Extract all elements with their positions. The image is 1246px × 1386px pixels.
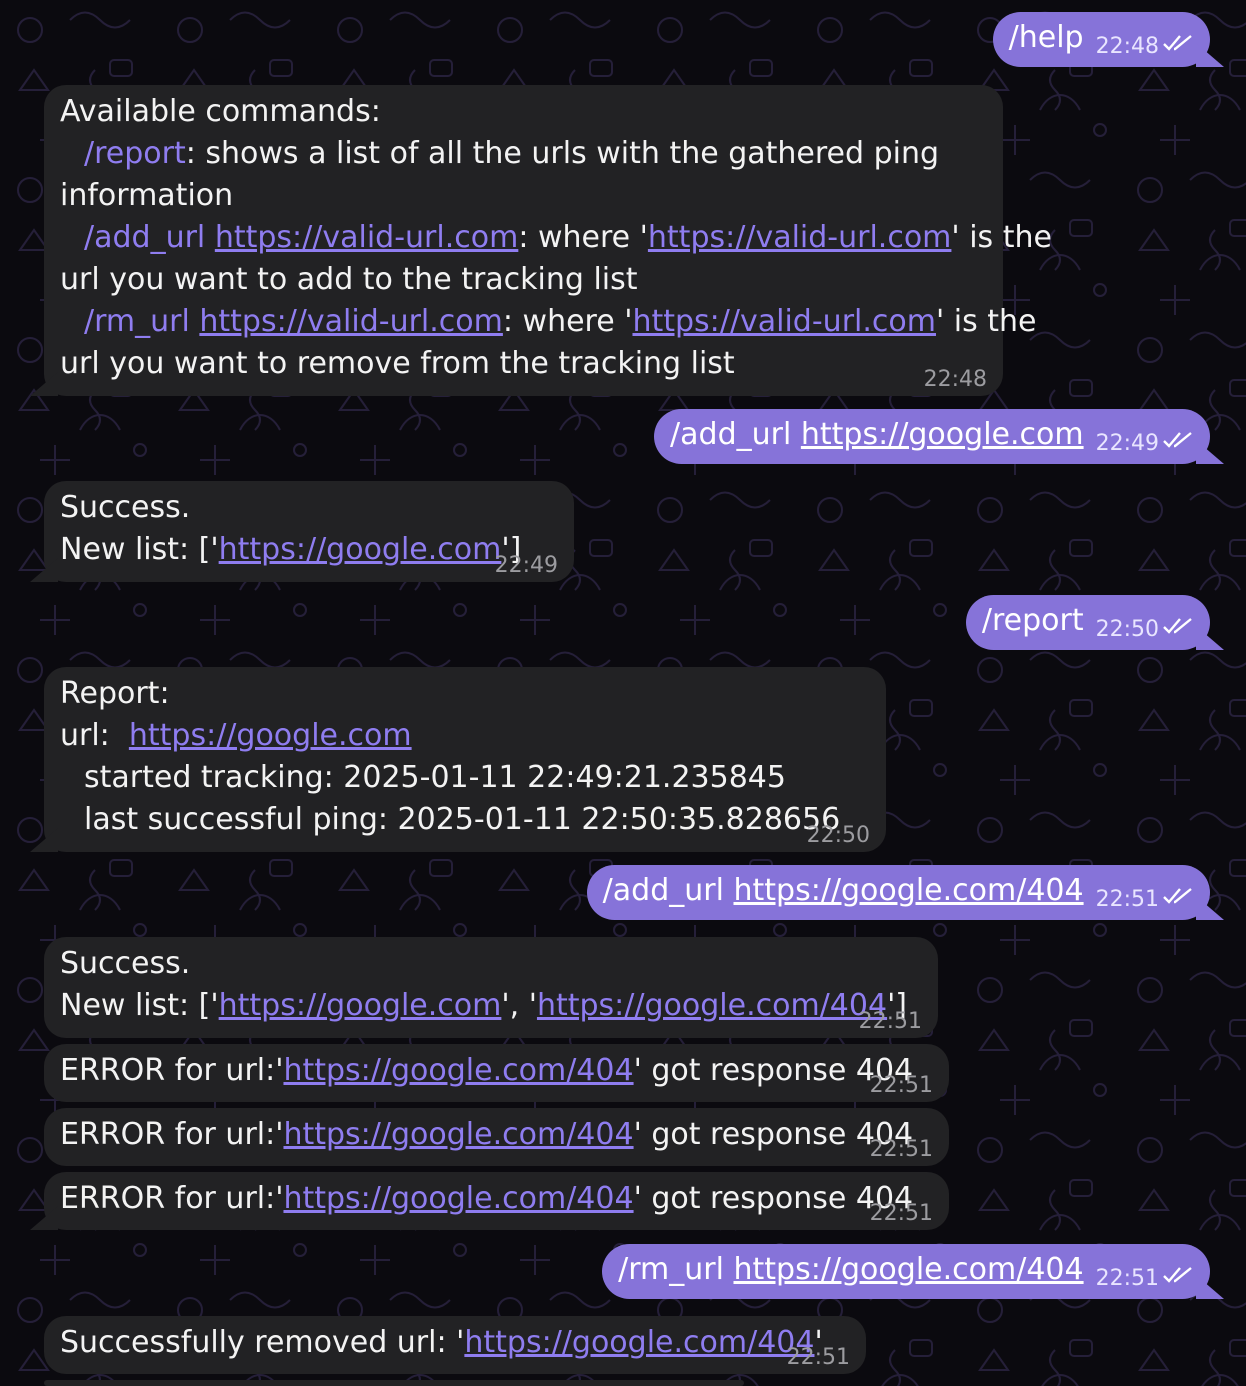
message-line: information [60,178,234,213]
url-link[interactable]: https://valid-url.com [199,304,503,339]
outgoing-message[interactable]: /add_url https://google.com/404 22:51 [586,865,1210,920]
url-link[interactable]: https://google.com/404 [733,873,1083,908]
message-line: ERROR for url:'https://google.com/404' g… [60,1178,933,1220]
message-line: /add_url https://valid-url.com: where 'h… [60,217,1052,259]
message-time: 22:51 [869,1201,933,1226]
message-text: : where ' [502,304,633,339]
command-link[interactable]: /add_url [84,220,205,255]
message-line: Report: [60,676,170,711]
message-text: Successfully removed url: ' [60,1325,465,1360]
message-time: 22:50 [806,823,870,848]
message-line: url you want to add to the tracking list [60,262,638,297]
message-line: last successful ping: 2025-01-11 22:50:3… [84,802,841,837]
outgoing-message[interactable]: /rm_url https://google.com/404 22:51 [602,1244,1210,1299]
command-link[interactable]: /rm_url [84,304,190,339]
message-text: ERROR for url:' [60,1053,284,1088]
message-text: : shows a list of all the urls with the … [185,136,940,171]
message-time: 22:51 [786,1345,850,1370]
url-link[interactable]: https://google.com [801,417,1084,452]
message-line: started tracking: 2025-01-11 22:49:21.23… [84,760,786,795]
message-text: ERROR for url:' [60,1181,284,1216]
message-time: 22:48 [1095,34,1159,59]
outgoing-message[interactable]: /help 22:48 [992,12,1210,67]
message-text: url: [60,718,110,753]
message-text: New list: [' [60,988,219,1023]
message-line: Available commands: [60,94,381,129]
message-line: url: https://google.com [60,715,870,757]
message-line: New list: ['https://google.com'] [60,529,558,571]
incoming-message-partial[interactable] [44,1380,744,1386]
message-line: url you want to remove from the tracking… [60,346,735,381]
message-line: Successfully removed url: 'https://googl… [60,1322,850,1364]
message-time: 22:51 [1095,1266,1159,1291]
command-text: /add_url [602,873,724,908]
url-link[interactable]: https://google.com [129,718,412,753]
url-link[interactable]: https://google.com [219,988,502,1023]
url-link[interactable]: https://google.com/404 [733,1252,1083,1287]
double-check-icon [1163,618,1192,634]
message-text: /help [1008,20,1084,55]
double-check-icon [1163,888,1192,904]
message-text: : where ' [518,220,648,255]
chat-message-list[interactable]: /help 22:48 Available commands: /report: … [0,0,1246,1386]
double-check-icon [1163,432,1192,448]
url-link[interactable]: https://valid-url.com [215,220,519,255]
command-link[interactable]: /report [84,136,186,171]
incoming-message[interactable]: ERROR for url:'https://google.com/404' g… [44,1172,949,1230]
url-link[interactable]: https://google.com/404 [537,988,887,1023]
incoming-message[interactable]: ERROR for url:'https://google.com/404' g… [44,1108,949,1166]
url-link[interactable]: https://google.com/404 [283,1053,633,1088]
message-text: New list: [' [60,532,219,567]
double-check-icon [1163,1267,1192,1283]
url-link[interactable]: https://valid-url.com [648,220,952,255]
message-line: Success. [60,490,191,525]
incoming-message[interactable]: Report: url: https://google.com started … [44,667,886,852]
url-link[interactable]: https://valid-url.com [632,304,936,339]
incoming-message[interactable]: Successfully removed url: 'https://googl… [44,1316,866,1374]
message-time: 22:51 [869,1137,933,1162]
url-link[interactable]: https://google.com/404 [464,1325,814,1360]
incoming-message[interactable]: ERROR for url:'https://google.com/404' g… [44,1044,949,1102]
message-text: /report [981,603,1084,638]
message-line: /rm_url https://valid-url.com: where 'ht… [60,301,1037,343]
message-text: ' is the [951,220,1052,255]
outgoing-message[interactable]: /add_url https://google.com 22:49 [654,409,1210,464]
message-time: 22:48 [923,367,987,392]
message-time: 22:51 [1095,887,1159,912]
message-text: ERROR for url:' [60,1117,284,1152]
message-line: ERROR for url:'https://google.com/404' g… [60,1114,933,1156]
url-link[interactable]: https://google.com/404 [283,1181,633,1216]
message-time: 22:51 [869,1073,933,1098]
command-text: /add_url [670,417,792,452]
incoming-message[interactable]: Available commands: /report: shows a lis… [44,85,1052,396]
message-line: /report: shows a list of all the urls wi… [60,133,987,175]
message-line: ERROR for url:'https://google.com/404' g… [60,1050,933,1092]
message-line: Success. [60,946,191,981]
incoming-message[interactable]: Success. New list: ['https://google.com'… [44,481,574,582]
url-link[interactable]: https://google.com/404 [283,1117,633,1152]
outgoing-message[interactable]: /report 22:50 [965,595,1210,650]
message-time: 22:49 [1095,431,1159,456]
url-link[interactable]: https://google.com [219,532,502,567]
double-check-icon [1163,35,1192,51]
message-time: 22:51 [858,1009,922,1034]
message-text: ', ' [501,988,537,1023]
command-text: /rm_url [618,1252,724,1287]
message-time: 22:50 [1095,617,1159,642]
message-line: New list: ['https://google.com', 'https:… [60,985,922,1027]
incoming-message[interactable]: Success. New list: ['https://google.com'… [44,937,938,1038]
message-text: ' is the [935,304,1037,339]
message-time: 22:49 [494,553,558,578]
